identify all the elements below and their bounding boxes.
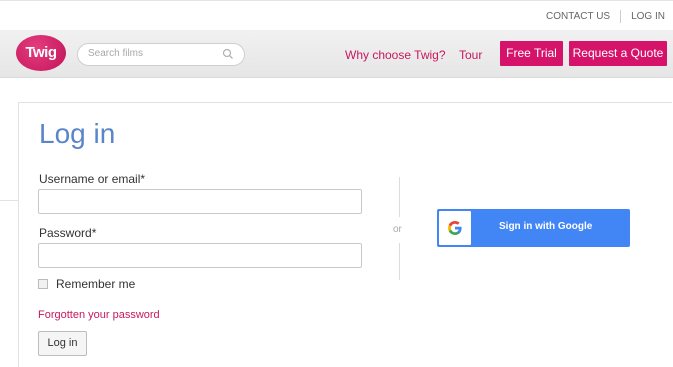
google-signin-label: Sign in with Google [499,221,593,232]
search-icon[interactable] [222,48,234,60]
password-field[interactable] [39,244,361,267]
username-field[interactable] [39,190,361,213]
left-divider-line [0,200,18,201]
password-field-wrapper [38,243,362,268]
page-title: Log in [39,118,116,149]
contact-us-link[interactable]: CONTACT US [546,11,610,22]
why-choose-link[interactable]: Why choose Twig? [345,48,446,62]
or-divider-top [399,177,400,217]
top-utility-bar: CONTACT US LOG IN [0,0,673,30]
utility-links: CONTACT US LOG IN [546,10,665,23]
or-divider-bottom [399,243,400,280]
login-card: Log in Username or email* Password* Reme… [18,102,672,367]
remember-me-label: Remember me [56,277,136,291]
utility-separator [620,10,622,23]
google-signin-button[interactable]: Sign in with Google [437,209,630,247]
search-box[interactable] [77,43,245,66]
main-navbar: Twig Why choose Twig? Tour Free Trial Re… [0,30,673,78]
twig-logo[interactable]: Twig [16,35,66,71]
username-label: Username or email* [39,172,146,186]
remember-me-checkbox[interactable] [38,279,48,289]
search-input[interactable] [88,48,218,59]
username-field-wrapper [38,189,362,214]
login-submit-button[interactable]: Log in [38,331,87,356]
forgot-password-link[interactable]: Forgotten your password [38,309,160,321]
tour-link[interactable]: Tour [459,48,482,62]
google-logo-icon [448,221,462,235]
free-trial-button[interactable]: Free Trial [500,41,563,66]
remember-me-row[interactable]: Remember me [38,277,135,291]
request-quote-button[interactable]: Request a Quote [569,41,667,66]
or-separator: or [393,224,402,235]
google-logo-box [439,211,471,245]
top-login-link[interactable]: LOG IN [631,11,665,22]
password-label: Password* [39,226,97,240]
